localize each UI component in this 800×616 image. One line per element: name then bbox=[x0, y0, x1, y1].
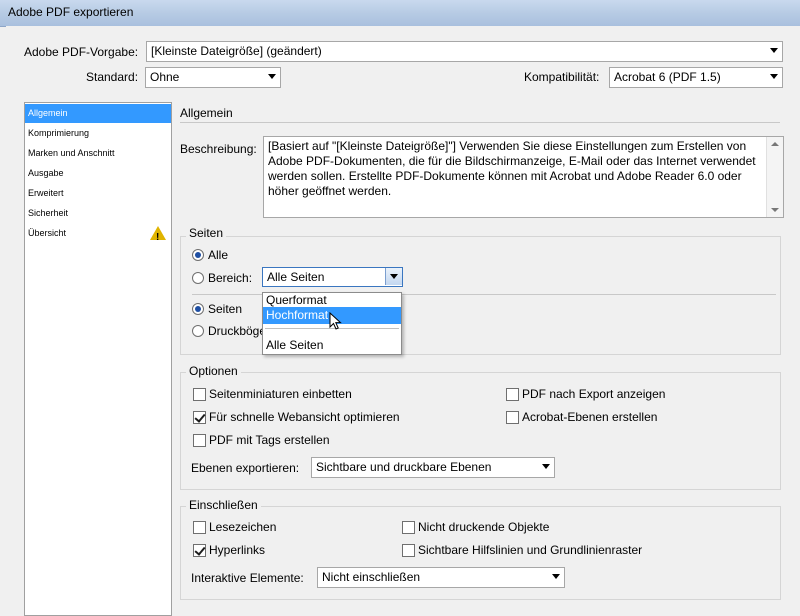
sidebar-item-uebersicht[interactable]: Übersicht bbox=[25, 224, 171, 247]
chk-acrobat-layers-label: Acrobat-Ebenen erstellen bbox=[522, 410, 658, 424]
chevron-down-icon bbox=[542, 464, 550, 469]
dropdown-item-alle-seiten[interactable]: Alle Seiten bbox=[263, 337, 401, 354]
interactive-select[interactable]: Nicht einschließen bbox=[317, 567, 565, 588]
radio-all-label: Alle bbox=[208, 248, 229, 262]
chevron-down-icon bbox=[390, 274, 398, 279]
range-dropdown-button[interactable] bbox=[385, 268, 402, 285]
sidebar-item-komprimierung[interactable]: Komprimierung bbox=[25, 124, 171, 143]
preset-label: Adobe PDF-Vorgabe: bbox=[24, 45, 139, 59]
radio-all[interactable] bbox=[192, 249, 204, 261]
sidebar-item-label: Allgemein bbox=[28, 108, 68, 118]
sidebar-item-ausgabe[interactable]: Ausgabe bbox=[25, 164, 171, 183]
chk-thumbnails-label: Seitenminiaturen einbetten bbox=[209, 387, 352, 401]
standard-select[interactable]: Ohne bbox=[145, 67, 281, 88]
preset-value: [Kleinste Dateigröße] (geändert) bbox=[151, 44, 322, 58]
sidebar-item-label: Erweitert bbox=[28, 188, 64, 198]
chk-fastweb-label: Für schnelle Webansicht optimieren bbox=[209, 410, 400, 424]
window-title: Adobe PDF exportieren bbox=[8, 5, 134, 19]
sidebar-item-allgemein[interactable]: Allgemein bbox=[25, 104, 171, 123]
title-bar: Adobe PDF exportieren bbox=[0, 0, 800, 27]
radio-spreads-label: Druckbögen bbox=[208, 324, 264, 338]
chk-acrobat-layers[interactable] bbox=[506, 411, 519, 424]
export-layers-value: Sichtbare und druckbare Ebenen bbox=[316, 460, 492, 474]
chk-thumbnails[interactable] bbox=[193, 388, 206, 401]
radio-spreads[interactable] bbox=[192, 325, 204, 337]
range-select[interactable]: Alle Seiten bbox=[262, 267, 403, 287]
chk-tags[interactable] bbox=[193, 434, 206, 447]
compat-label: Kompatibilität: bbox=[524, 70, 600, 84]
chk-hyperlinks-label: Hyperlinks bbox=[209, 543, 266, 557]
range-value: Alle Seiten bbox=[267, 270, 325, 284]
chevron-down-icon bbox=[770, 74, 778, 79]
panel-divider bbox=[180, 122, 780, 123]
panel-title: Allgemein bbox=[180, 106, 233, 120]
radio-range[interactable] bbox=[192, 272, 204, 284]
chk-hyperlinks[interactable] bbox=[193, 544, 206, 557]
interactive-label: Interaktive Elemente: bbox=[191, 571, 304, 585]
chk-nonprint-label: Nicht druckende Objekte bbox=[418, 520, 550, 534]
chk-bookmarks[interactable] bbox=[193, 521, 206, 534]
chk-guides-label: Sichtbare Hilfslinien und Grundlinienras… bbox=[418, 543, 643, 557]
sidebar-item-sicherheit[interactable]: Sicherheit bbox=[25, 204, 171, 223]
sidebar-item-label: Marken und Anschnitt bbox=[28, 148, 115, 158]
standard-label: Standard: bbox=[86, 70, 139, 84]
description-scrollbar[interactable] bbox=[766, 137, 783, 217]
description-text: [Basiert auf "[Kleinste Dateigröße]"] Ve… bbox=[268, 139, 756, 198]
standard-value: Ohne bbox=[150, 70, 180, 84]
options-group-title: Optionen bbox=[186, 364, 241, 378]
include-group-title: Einschließen bbox=[186, 498, 261, 512]
chk-nonprint[interactable] bbox=[402, 521, 415, 534]
compat-select[interactable]: Acrobat 6 (PDF 1.5) bbox=[609, 67, 783, 88]
description-label: Beschreibung: bbox=[180, 142, 257, 156]
chk-view-after-label: PDF nach Export anzeigen bbox=[522, 387, 666, 401]
description-textarea[interactable]: [Basiert auf "[Kleinste Dateigröße]"] Ve… bbox=[263, 136, 784, 218]
chk-tags-label: PDF mit Tags erstellen bbox=[209, 433, 330, 447]
preset-select[interactable]: [Kleinste Dateigröße] (geändert) bbox=[146, 41, 783, 62]
radio-range-label: Bereich: bbox=[208, 271, 253, 285]
export-layers-label: Ebenen exportieren: bbox=[191, 461, 300, 475]
chk-view-after[interactable] bbox=[506, 388, 519, 401]
scroll-down-icon[interactable] bbox=[771, 208, 779, 212]
pages-group-title: Seiten bbox=[186, 226, 227, 240]
compat-value: Acrobat 6 (PDF 1.5) bbox=[614, 70, 721, 84]
export-layers-select[interactable]: Sichtbare und druckbare Ebenen bbox=[311, 457, 555, 478]
chevron-down-icon bbox=[770, 48, 778, 53]
chk-guides[interactable] bbox=[402, 544, 415, 557]
sidebar-item-label: Komprimierung bbox=[28, 128, 90, 138]
warning-icon bbox=[150, 226, 166, 247]
sidebar-item-erweitert[interactable]: Erweitert bbox=[25, 184, 171, 203]
sidebar-item-label: Ausgabe bbox=[28, 168, 64, 178]
radio-pages[interactable] bbox=[192, 303, 204, 315]
category-list: Allgemein Komprimierung Marken und Ansch… bbox=[24, 102, 172, 616]
sidebar-item-label: Übersicht bbox=[28, 228, 67, 238]
chevron-down-icon bbox=[268, 74, 276, 79]
sidebar-item-label: Sicherheit bbox=[28, 208, 69, 218]
chk-bookmarks-label: Lesezeichen bbox=[209, 520, 277, 534]
export-dialog: Adobe PDF-Vorgabe: [Kleinste Dateigröße]… bbox=[6, 26, 800, 616]
chevron-down-icon bbox=[552, 574, 560, 579]
chk-fastweb[interactable] bbox=[193, 411, 206, 424]
scroll-up-icon[interactable] bbox=[771, 142, 779, 146]
radio-pages-label: Seiten bbox=[208, 302, 243, 316]
sidebar-item-marken[interactable]: Marken und Anschnitt bbox=[25, 144, 171, 163]
mouse-pointer-icon bbox=[329, 312, 342, 330]
interactive-value: Nicht einschließen bbox=[322, 570, 421, 584]
